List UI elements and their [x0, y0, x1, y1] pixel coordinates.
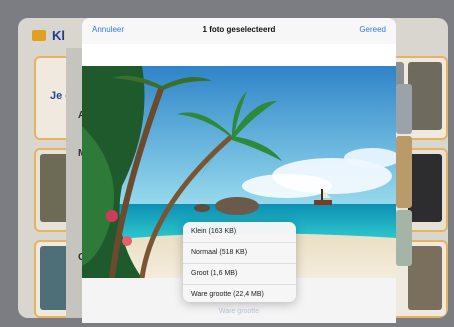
background-thumbnail	[408, 246, 442, 310]
size-option-actual[interactable]: Ware grootte (22,4 MB)	[183, 285, 296, 302]
sheet-title: 1 foto geselecteerd	[202, 25, 276, 34]
sheet-spacer	[82, 44, 396, 66]
sheet-toolbar: Annuleer 1 foto geselecteerd Gereed	[82, 18, 396, 45]
neighbour-photo	[396, 210, 412, 266]
background-thumbnail	[408, 62, 442, 130]
neighbour-photo	[396, 136, 412, 208]
background-header: Kl	[32, 28, 65, 43]
folder-icon	[32, 30, 46, 41]
size-option-large[interactable]: Groot (1,6 MB)	[183, 264, 296, 285]
neighbour-photo	[396, 84, 412, 134]
background-thumbnail	[408, 154, 442, 222]
background-title: Kl	[52, 28, 65, 43]
size-option-normal[interactable]: Normaal (518 KB)	[183, 243, 296, 264]
size-option-small[interactable]: Klein (163 KB)	[183, 222, 296, 243]
done-button[interactable]: Gereed	[359, 25, 386, 34]
size-menu: Klein (163 KB) Normaal (518 KB) Groot (1…	[183, 222, 296, 302]
selected-size-label: Ware grootte	[218, 308, 260, 315]
